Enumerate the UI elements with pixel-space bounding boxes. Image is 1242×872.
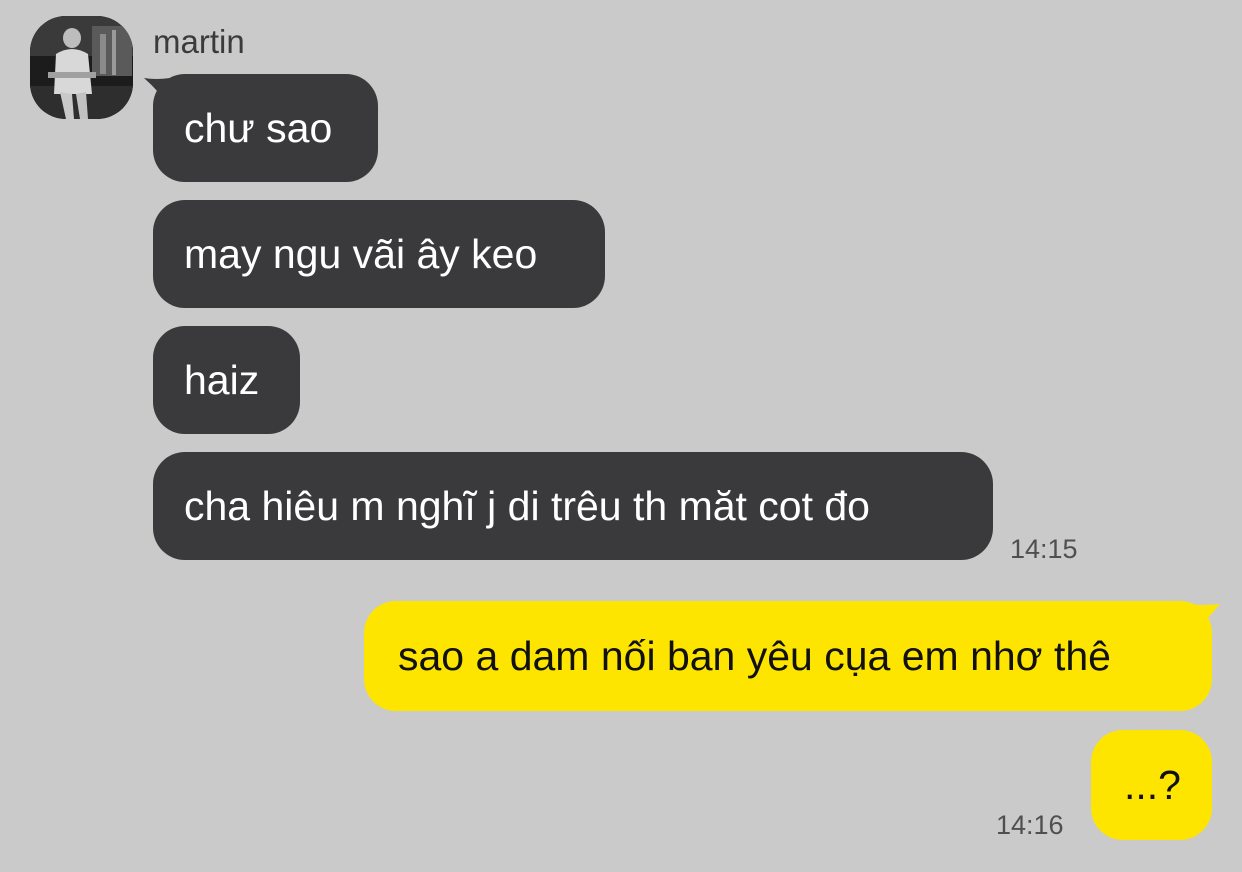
message-text: sao a dam nối ban yêu cụa em nhơ thê — [398, 632, 1111, 679]
message-text: haiz — [184, 356, 260, 403]
message-text: may ngu vãi ây keo — [184, 230, 538, 277]
message-timestamp: 14:15 — [1010, 534, 1078, 564]
incoming-message[interactable]: may ngu vãi ây keo — [153, 200, 605, 308]
sender-avatar[interactable] — [30, 16, 133, 119]
message-text: chư sao — [184, 104, 333, 151]
outgoing-message[interactable]: sao a dam nối ban yêu cụa em nhơ thê — [364, 601, 1212, 711]
message-timestamp: 14:16 — [996, 810, 1064, 840]
incoming-message[interactable]: haiz — [153, 326, 300, 434]
outgoing-message[interactable]: ...? — [1091, 730, 1212, 840]
sender-name: martin — [153, 23, 245, 60]
incoming-message[interactable]: chư sao — [153, 74, 378, 182]
message-text: ...? — [1124, 761, 1181, 808]
avatar-photo — [30, 16, 133, 119]
incoming-message[interactable]: cha hiêu m nghĩ j di trêu th măt cot đo — [153, 452, 993, 560]
message-text: cha hiêu m nghĩ j di trêu th măt cot đo — [184, 482, 870, 529]
